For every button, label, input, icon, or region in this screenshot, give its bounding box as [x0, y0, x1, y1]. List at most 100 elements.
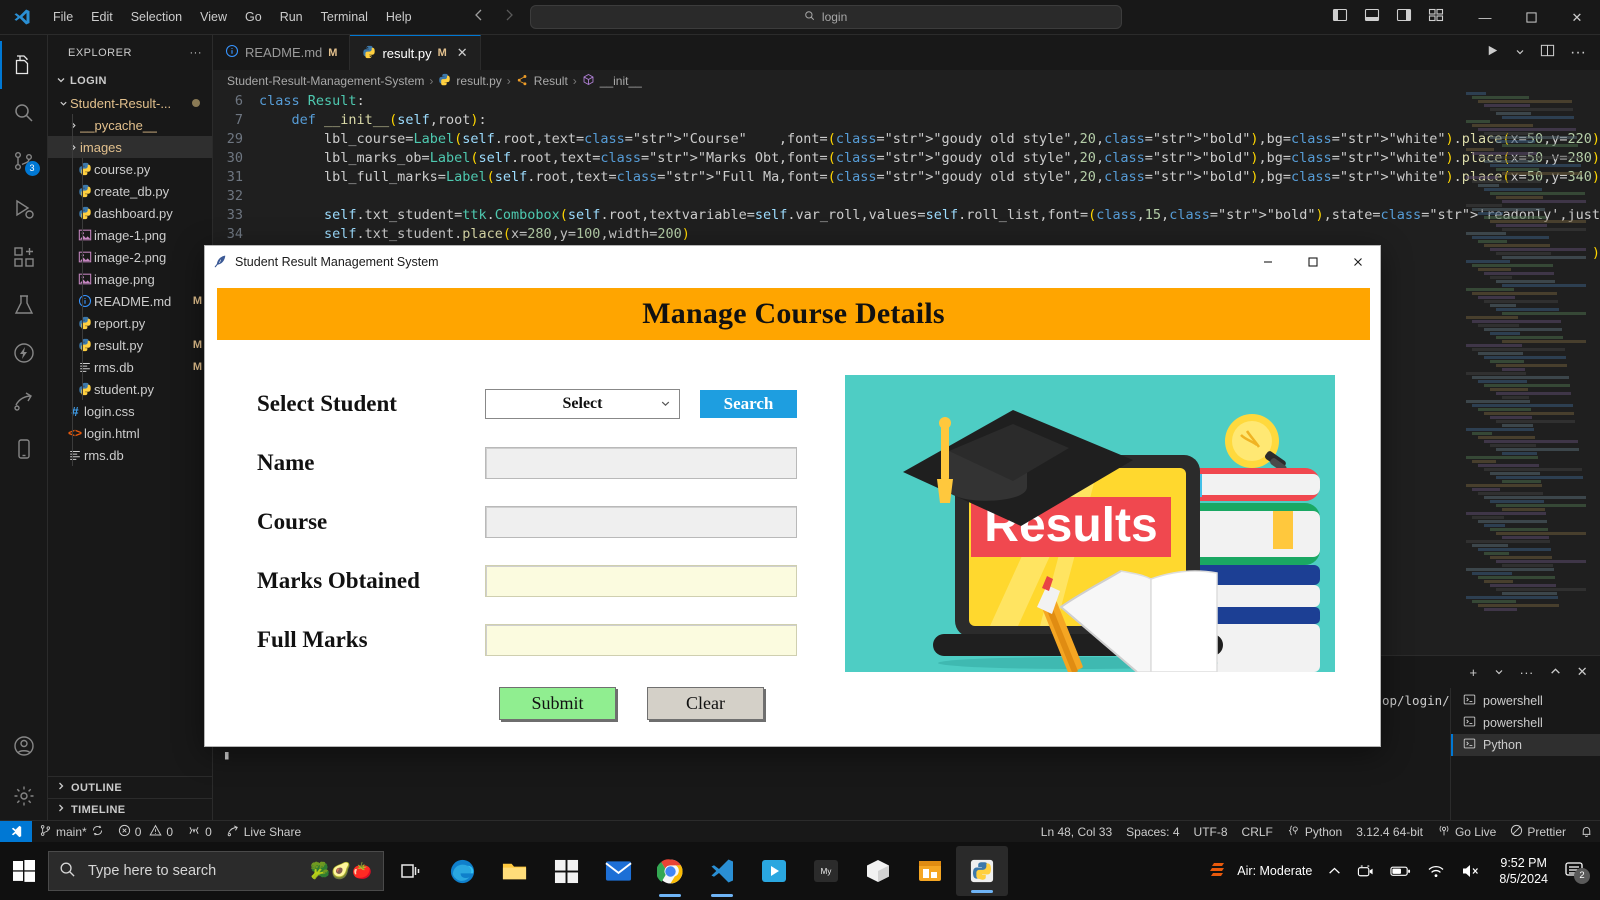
menu-item-terminal[interactable]: Terminal	[312, 7, 377, 27]
sidebar-section-outline[interactable]: OUTLINE	[48, 776, 212, 798]
tree-file-create-db-py[interactable]: create_db.py	[48, 180, 212, 202]
weather-air-quality[interactable]: Air: Moderate	[1201, 860, 1320, 883]
sidebar-item-extensions[interactable]	[0, 233, 48, 281]
sync-icon[interactable]	[91, 824, 104, 840]
code-line[interactable]: 6 class Result:	[213, 92, 1600, 111]
window-minimize-button[interactable]: —	[1462, 0, 1508, 35]
window-maximize-button[interactable]	[1508, 0, 1554, 35]
menu-item-edit[interactable]: Edit	[82, 7, 122, 27]
sidebar-item-search[interactable]	[0, 89, 48, 137]
tree-file-result-py[interactable]: result.py M	[48, 334, 212, 356]
camera-icon[interactable]	[1349, 863, 1382, 880]
breadcrumb[interactable]: Student-Result-Management-System › resul…	[213, 70, 1600, 92]
taskbar-app-google-chrome[interactable]	[644, 842, 696, 900]
status-eol[interactable]: CRLF	[1235, 821, 1280, 843]
status-prettier[interactable]: Prettier	[1503, 821, 1573, 843]
close-panel-icon[interactable]: ✕	[1577, 664, 1588, 680]
tree-file-image-png[interactable]: image.png	[48, 268, 212, 290]
code-line[interactable]: 33 self.txt_student=ttk.Combobox(self.ro…	[213, 206, 1600, 225]
toggle-secondary-sidebar-icon[interactable]	[1396, 7, 1412, 28]
sidebar-item-thunder-client[interactable]	[0, 329, 48, 377]
dialog-window-controls[interactable]	[1245, 246, 1380, 278]
tree-file-rms-db[interactable]: rms.db M	[48, 356, 212, 378]
start-button[interactable]	[0, 842, 48, 900]
tab-readme-md[interactable]: README.md M	[213, 35, 351, 70]
run-python-file-icon[interactable]	[1485, 43, 1500, 63]
menu-item-selection[interactable]: Selection	[122, 7, 191, 27]
tree-file-rms-db[interactable]: rms.db	[48, 444, 212, 466]
taskbar-app-media-player[interactable]	[748, 842, 800, 900]
editor-minimap[interactable]	[1466, 92, 1586, 652]
task-view-button[interactable]	[384, 842, 436, 900]
navigation-arrows[interactable]	[471, 7, 517, 28]
terminal-item-powershell-1[interactable]: powershell	[1451, 690, 1600, 712]
editor-more-actions-icon[interactable]: ···	[1570, 44, 1586, 62]
code-line[interactable]: 7 def __init__(self,root):	[213, 111, 1600, 130]
windows-taskbar[interactable]: Type here to search 🥦🥑🍅 My Air: Moderate…	[0, 842, 1600, 900]
tree-folder-student-result[interactable]: Student-Result-...	[48, 92, 212, 114]
code-line[interactable]: 30 lbl_marks_ob=Label(self.root,text=cla…	[213, 149, 1600, 168]
menu-item-help[interactable]: Help	[377, 7, 421, 27]
breadcrumb-folder[interactable]: Student-Result-Management-System	[227, 74, 424, 88]
tab-close-icon[interactable]: ✕	[457, 45, 468, 61]
tree-file-dashboard-py[interactable]: dashboard.py	[48, 202, 212, 224]
accounts-button[interactable]	[0, 724, 48, 772]
explorer-root-login[interactable]: LOGIN	[48, 70, 212, 92]
code-line[interactable]: 34 self.txt_student.place(x=280,y=100,wi…	[213, 225, 1600, 244]
taskbar-app-excel[interactable]	[904, 842, 956, 900]
taskbar-app-mysql-workbench[interactable]: My	[800, 842, 852, 900]
explorer-more-actions-icon[interactable]: ···	[190, 47, 203, 59]
tree-file-course-py[interactable]: course.py	[48, 158, 212, 180]
toggle-primary-sidebar-icon[interactable]	[1332, 7, 1348, 28]
status-problems[interactable]: 0 0	[111, 821, 180, 843]
terminal-dropdown-icon[interactable]	[1494, 665, 1504, 680]
taskbar-app-visual-studio-code[interactable]	[696, 842, 748, 900]
tree-file-login-html[interactable]: <> login.html	[48, 422, 212, 444]
window-close-button[interactable]: ✕	[1554, 0, 1600, 35]
clear-button[interactable]: Clear	[647, 687, 764, 720]
student-result-dialog[interactable]: Student Result Management System Manage …	[204, 245, 1381, 747]
breadcrumb-file[interactable]: result.py	[456, 74, 501, 88]
name-input[interactable]	[485, 446, 797, 479]
breadcrumb-method[interactable]: __init__	[600, 74, 642, 88]
select-student-combobox[interactable]: Select	[485, 388, 680, 419]
panel-more-actions-icon[interactable]: ···	[1520, 665, 1534, 680]
go-back-icon[interactable]	[471, 7, 487, 28]
show-hidden-icons-button[interactable]	[1320, 865, 1349, 878]
tree-folder-images[interactable]: images	[48, 136, 212, 158]
wifi-icon[interactable]	[1419, 863, 1453, 879]
sidebar-item-run-and-debug[interactable]	[0, 185, 48, 233]
status-notifications-bell[interactable]	[1573, 821, 1600, 843]
volume-muted-icon[interactable]	[1453, 863, 1489, 879]
command-center[interactable]: login	[529, 5, 1122, 29]
taskbar-app-python[interactable]	[956, 846, 1008, 896]
tree-file-image-1-png[interactable]: image-1.png	[48, 224, 212, 246]
terminal-item-powershell-2[interactable]: powershell	[1451, 712, 1600, 734]
taskbar-app-microsoft-store[interactable]	[540, 842, 592, 900]
terminal-instance-list[interactable]: powershell powershell Python	[1450, 688, 1600, 821]
remote-window-button[interactable]	[0, 820, 32, 843]
menu-item-view[interactable]: View	[191, 7, 236, 27]
toggle-panel-icon[interactable]	[1364, 7, 1380, 28]
status-live-share[interactable]: Live Share	[219, 821, 308, 843]
sidebar-item-remote-explorer[interactable]	[0, 425, 48, 473]
customize-layout-icon[interactable]	[1428, 7, 1444, 28]
editor-actions[interactable]: ···	[1485, 35, 1600, 70]
editor-tab-bar[interactable]: README.md M result.py M ✕ ···	[213, 35, 1600, 70]
full-marks-input[interactable]	[485, 623, 797, 656]
split-editor-right-icon[interactable]	[1540, 43, 1555, 63]
menu-item-file[interactable]: File	[44, 7, 82, 27]
sidebar-item-testing[interactable]	[0, 281, 48, 329]
dialog-minimize-button[interactable]	[1245, 246, 1290, 278]
menu-item-run[interactable]: Run	[271, 7, 312, 27]
notification-center-button[interactable]: 2	[1558, 861, 1594, 884]
dialog-title-bar[interactable]: Student Result Management System	[205, 246, 1380, 278]
tab-result-py[interactable]: result.py M ✕	[350, 35, 481, 70]
taskbar-app-mail[interactable]	[592, 842, 644, 900]
file-tree[interactable]: Student-Result-... __pycache__ images cours…	[48, 92, 212, 466]
code-line[interactable]: 29 lbl_course=Label(self.root,text=class…	[213, 130, 1600, 149]
search-button[interactable]: Search	[700, 389, 797, 418]
chevron-down-icon[interactable]	[660, 398, 671, 412]
run-dropdown-icon[interactable]	[1515, 44, 1525, 62]
layout-controls[interactable]	[1332, 7, 1444, 28]
